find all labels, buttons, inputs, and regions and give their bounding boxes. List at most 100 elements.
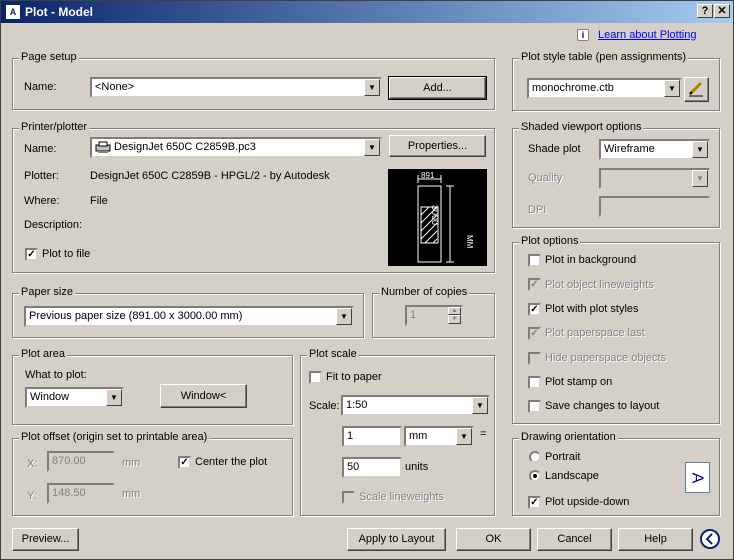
scale-paper-units-value: 1	[347, 430, 354, 442]
printer-name-value: DesignJet 650C C2859B.pc3	[114, 141, 256, 153]
equals-sign: =	[480, 428, 487, 440]
help-button[interactable]: Help	[618, 528, 693, 551]
plot-in-background-checkbox[interactable]	[528, 254, 541, 267]
where-label: Where:	[24, 195, 60, 207]
chevron-down-icon[interactable]: ▼	[364, 79, 380, 96]
chevron-down-icon[interactable]: ▼	[472, 397, 488, 414]
plot-object-lineweights-label: Plot object lineweights	[545, 279, 654, 291]
info-icon: i	[577, 29, 589, 41]
landscape-radio[interactable]	[529, 470, 541, 482]
dpi-input[interactable]	[599, 196, 710, 217]
chevron-left-icon	[705, 533, 713, 545]
plot-object-lineweights-checkbox[interactable]: ✓	[528, 278, 541, 291]
preview-height-label: 3000	[430, 205, 440, 226]
plot-with-plot-styles-label: Plot with plot styles	[545, 303, 639, 315]
shaded-viewport-label: Shaded viewport options	[519, 121, 644, 133]
plot-style-value: monochrome.ctb	[532, 82, 614, 94]
scale-paper-units-input[interactable]: 1	[342, 426, 402, 447]
page-setup-name-select[interactable]: <None> ▼	[90, 77, 382, 98]
edit-plot-style-button[interactable]	[684, 77, 709, 102]
cancel-button[interactable]: Cancel	[537, 528, 612, 551]
plot-stamp-on-label: Plot stamp on	[545, 376, 613, 388]
center-plot-label: Center the plot	[195, 456, 268, 468]
collapse-more-options-button[interactable]	[700, 529, 720, 549]
save-changes-to-layout-checkbox[interactable]	[528, 400, 541, 413]
scale-value: 1:50	[346, 399, 368, 411]
paper-size-select[interactable]: Previous paper size (891.00 x 3000.00 mm…	[24, 306, 354, 327]
window-pick-button[interactable]: Window<	[160, 384, 247, 408]
shade-plot-select[interactable]: Wireframe ▼	[599, 139, 710, 160]
landscape-label: Landscape	[545, 470, 599, 482]
preview-button[interactable]: Preview...	[12, 528, 79, 551]
plot-upside-down-checkbox[interactable]: ✓	[528, 496, 541, 509]
scale-drawing-units-input[interactable]: 50	[342, 457, 402, 478]
page-setup-name-value: <None>	[95, 81, 135, 93]
plot-to-file-checkbox[interactable]: ✓	[25, 248, 38, 261]
add-page-setup-button[interactable]: Add...	[388, 76, 487, 100]
where-value: File	[90, 195, 108, 207]
copies-spinner[interactable]: 1 ▲ ▼	[405, 305, 463, 326]
properties-button[interactable]: Properties...	[389, 135, 486, 157]
fit-to-paper-label: Fit to paper	[326, 371, 382, 383]
orientation-preview-letter: A	[688, 472, 706, 484]
scale-select[interactable]: 1:50 ▼	[341, 395, 490, 416]
plot-with-plot-styles-checkbox[interactable]: ✓	[528, 303, 541, 316]
scale-units-select[interactable]: mm ▼	[404, 426, 474, 447]
paper-size-label: Paper size	[19, 286, 75, 298]
plot-scale-label: Plot scale	[307, 348, 359, 360]
plotter-value: DesignJet 650C C2859B - HPGL/2 - by Auto…	[90, 170, 330, 182]
plot-style-table-label: Plot style table (pen assignments)	[519, 51, 689, 63]
title-bar[interactable]: A Plot - Model ? ✕	[1, 1, 733, 23]
center-plot-checkbox[interactable]: ✓	[178, 456, 191, 469]
printer-name-label: Name:	[24, 143, 57, 155]
hide-paperspace-objects-checkbox[interactable]	[528, 352, 541, 365]
chevron-down-icon[interactable]: ▼	[692, 170, 708, 187]
help-title-button[interactable]: ?	[697, 4, 713, 18]
x-offset-input[interactable]: 870.00	[47, 451, 115, 472]
x-offset-value: 870.00	[52, 455, 86, 467]
ok-button[interactable]: OK	[456, 528, 531, 551]
portrait-radio[interactable]	[529, 451, 541, 463]
shade-plot-label: Shade plot	[528, 143, 581, 155]
chevron-down-icon[interactable]: ▼	[456, 428, 472, 445]
learn-about-plotting-link[interactable]: Learn about Plotting	[598, 29, 696, 41]
page-setup-label: Page setup	[19, 51, 79, 63]
fit-to-paper-checkbox[interactable]	[309, 371, 322, 384]
spin-down-icon[interactable]: ▼	[448, 315, 461, 324]
plot-area-label: Plot area	[19, 348, 68, 360]
drawing-units-label: units	[405, 461, 429, 473]
spin-up-icon[interactable]: ▲	[448, 307, 461, 315]
paper-size-value: Previous paper size (891.00 x 3000.00 mm…	[29, 310, 243, 322]
close-title-button[interactable]: ✕	[714, 4, 730, 18]
quality-select[interactable]: ▼	[599, 168, 710, 189]
y-offset-label: Y:	[27, 490, 37, 502]
printer-name-select[interactable]: DesignJet 650C C2859B.pc3 ▼	[90, 137, 382, 158]
plot-style-select[interactable]: monochrome.ctb ▼	[527, 78, 682, 99]
plot-paperspace-last-checkbox[interactable]: ✓	[528, 327, 541, 340]
apply-to-layout-button[interactable]: Apply to Layout	[347, 528, 446, 551]
scale-units-value: mm	[409, 430, 428, 442]
chevron-down-icon[interactable]: ▼	[106, 389, 122, 406]
scale-lineweights-checkbox[interactable]	[342, 491, 355, 504]
chevron-down-icon[interactable]: ▼	[692, 141, 708, 158]
y-offset-value: 148.50	[52, 487, 86, 499]
plot-offset-group: Plot offset (origin set to printable are…	[12, 431, 293, 516]
plot-stamp-on-checkbox[interactable]	[528, 376, 541, 389]
y-offset-input[interactable]: 148.50	[47, 483, 115, 504]
chevron-down-icon[interactable]: ▼	[664, 80, 680, 97]
drawing-orientation-label: Drawing orientation	[519, 431, 618, 443]
pencil-edit-icon	[688, 81, 703, 97]
what-to-plot-select[interactable]: Window ▼	[25, 387, 124, 408]
printer-plotter-label: Printer/plotter	[19, 121, 90, 133]
chevron-down-icon[interactable]: ▼	[336, 308, 352, 325]
scale-lineweights-label: Scale lineweights	[359, 491, 444, 503]
chevron-down-icon[interactable]: ▼	[364, 139, 380, 156]
window-title: Plot - Model	[25, 5, 93, 19]
page-setup-name-label: Name:	[24, 81, 57, 93]
scale-drawing-units-value: 50	[347, 461, 360, 473]
plot-upside-down-label: Plot upside-down	[545, 496, 630, 508]
what-to-plot-value: Window	[30, 391, 70, 403]
plotter-icon	[95, 141, 111, 154]
y-offset-units: mm	[122, 488, 141, 500]
plot-in-background-label: Plot in background	[545, 254, 637, 266]
